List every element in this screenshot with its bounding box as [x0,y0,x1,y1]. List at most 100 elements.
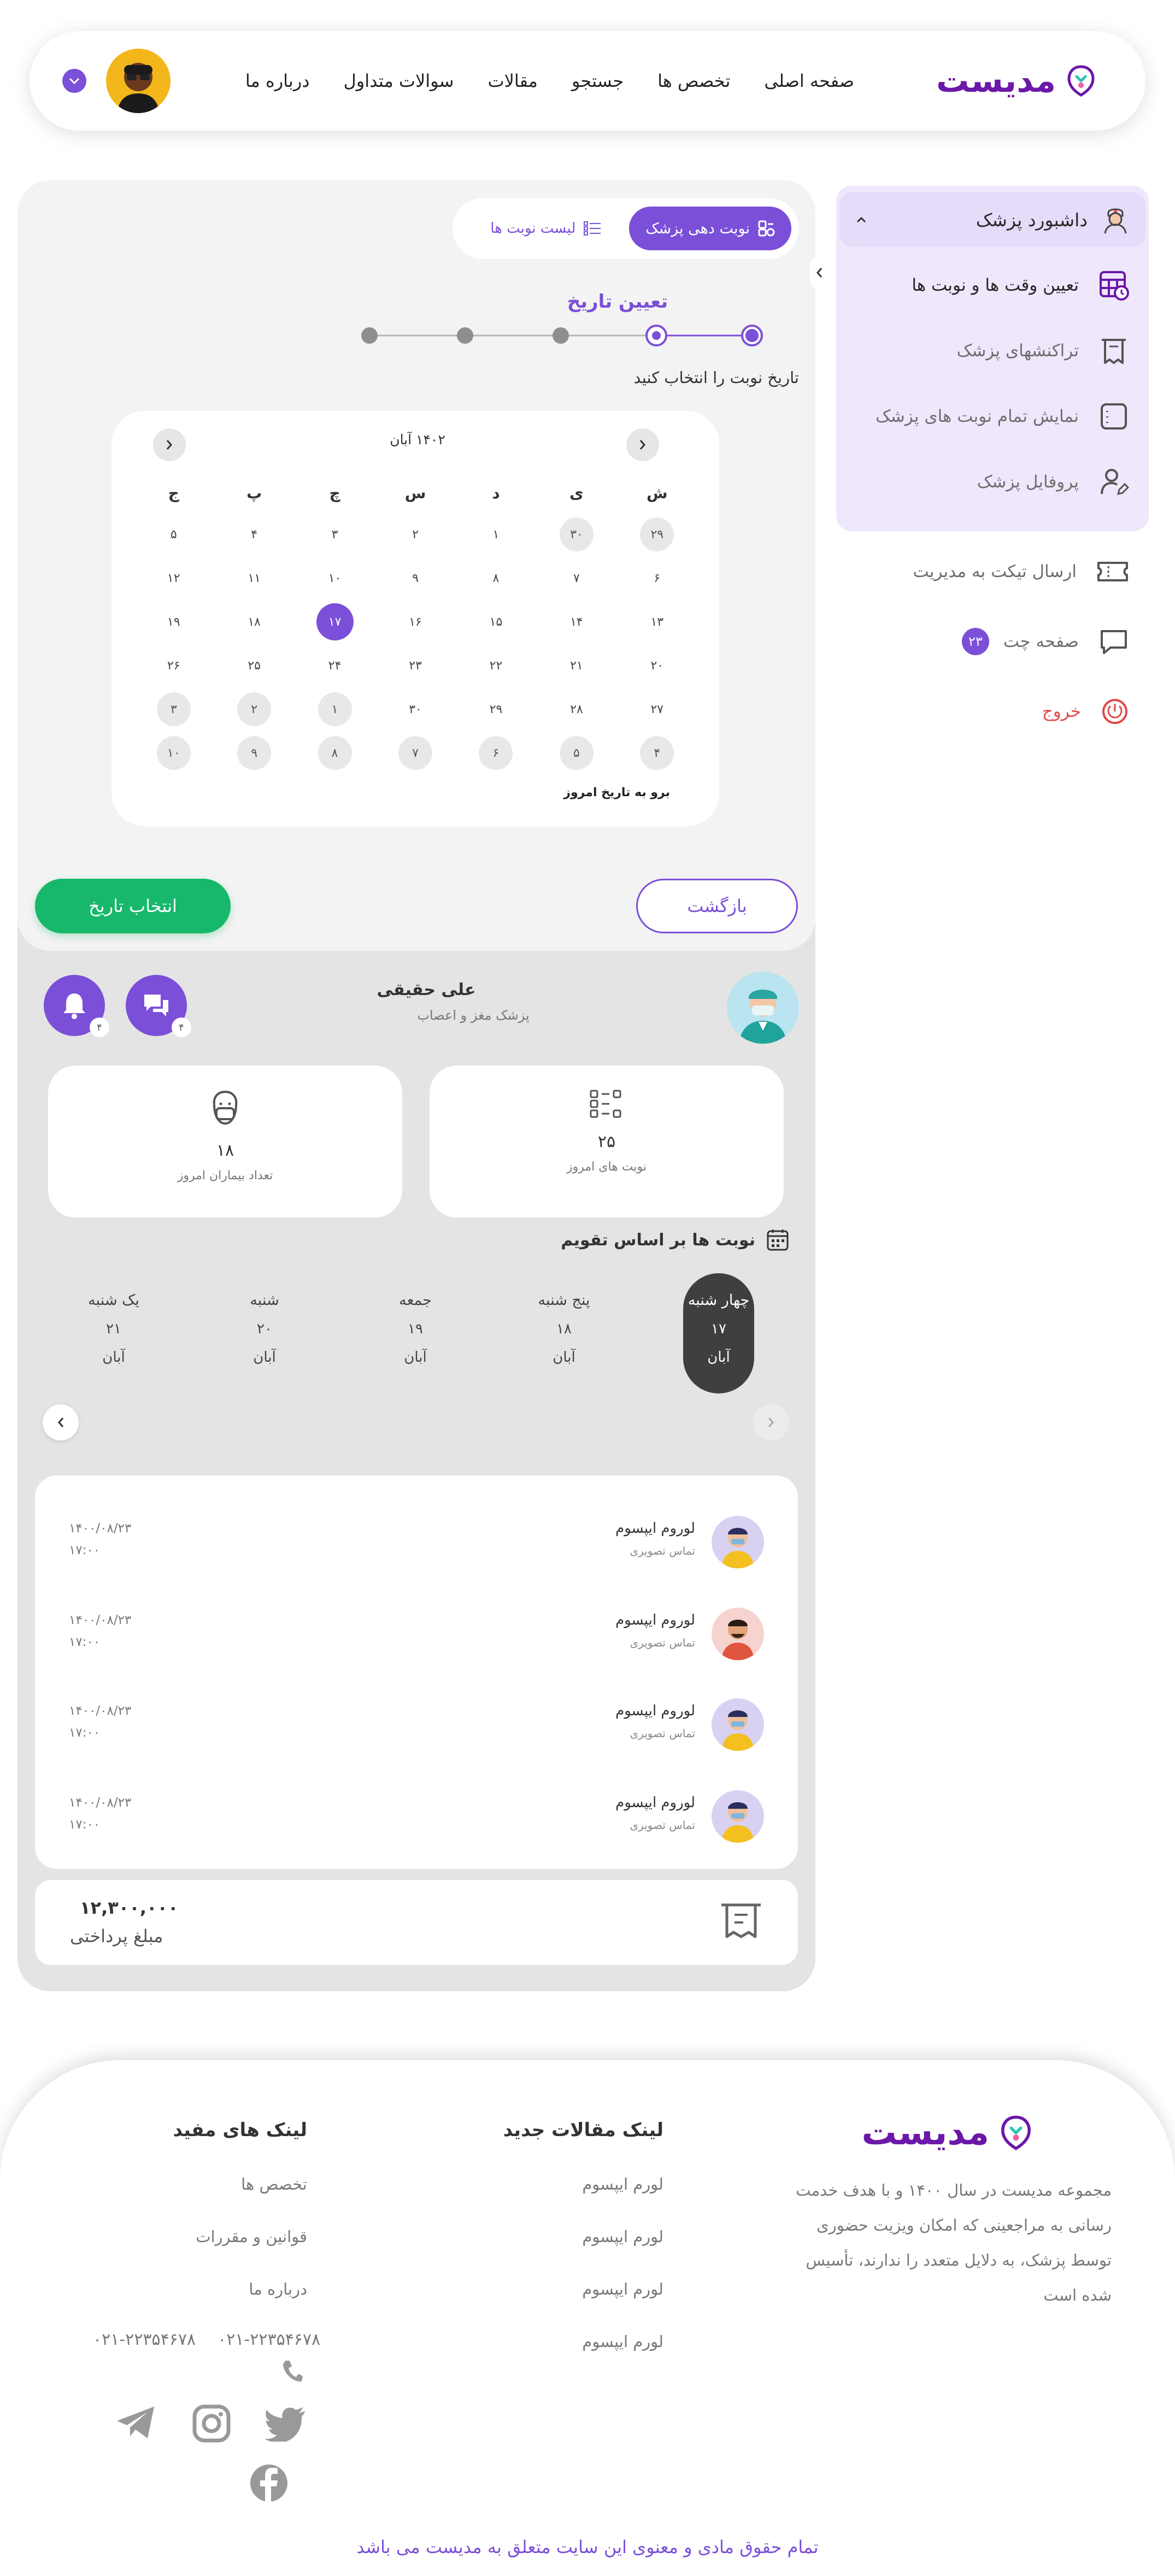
day-item[interactable]: شنبه ۲۰ آبان [221,1273,308,1393]
day-item[interactable]: چهار شنبه ۱۷ آبان [683,1273,754,1393]
calendar-day[interactable]: ۱۰ [295,556,375,600]
footer-link[interactable]: لورم ایپسوم [503,2332,663,2385]
footer-logo[interactable]: مدیست [862,2113,1033,2153]
sidebar-item-profile[interactable]: پروفایل پزشک [836,449,1149,515]
facebook-icon[interactable] [249,2463,289,2503]
tab-appointment-list[interactable]: لیست نوبت ها [490,220,602,237]
calendar-day[interactable]: ۷ [375,731,455,775]
logo[interactable]: مدیست [936,62,1096,100]
calendar-day[interactable]: ۲۹ [456,687,536,731]
nav-home[interactable]: صفحه اصلی [764,70,854,91]
sidebar-item-logout[interactable]: خروج [836,677,1149,746]
days-prev-button[interactable] [43,1404,79,1440]
calendar-day[interactable]: ۹ [375,556,455,600]
calendar-day-number: ۲۸ [570,702,583,716]
calendar-day[interactable]: ۱ [456,513,536,556]
nav-articles[interactable]: مقالات [487,70,537,91]
calendar-day[interactable]: ۴ [214,513,294,556]
instagram-icon[interactable] [192,2404,231,2443]
select-date-button[interactable]: انتخاب تاریخ [35,879,231,933]
calendar-day[interactable]: ۴ [617,731,697,775]
calendar-day-number: ۲۹ [489,702,503,716]
calendar-day[interactable]: ۱۶ [375,600,455,644]
calendar-day[interactable]: ۱۹ [133,600,214,644]
list-item[interactable]: لوروم ایپسوم تماس تصویری ۱۴۰۰/۰۸/۲۳ ۱۷:۰… [35,1692,798,1752]
calendar-day[interactable]: ۱۴ [536,600,616,644]
sidebar-item-transactions[interactable]: تراکنشهای پزشک [836,318,1149,384]
calendar-day[interactable]: ۲۳ [375,644,455,687]
phone-number[interactable]: ۰۲۱-۲۲۳۵۴۶۷۸ [93,2330,196,2349]
calendar-day-number: ۱۷ [316,603,354,640]
list-item[interactable]: لوروم ایپسوم تماس تصویری ۱۴۰۰/۰۸/۲۳ ۱۷:۰… [35,1601,798,1661]
notifications-button[interactable]: ۴ [44,975,109,1037]
messages-button[interactable]: ۴ [126,975,191,1037]
patient-avatar [712,1790,764,1843]
footer-link[interactable]: تخصص ها [173,2175,307,2227]
calendar-day[interactable]: ۳ [295,513,375,556]
footer-link[interactable]: لورم ایپسوم [503,2227,663,2280]
days-next-button[interactable] [753,1404,789,1440]
sidebar-group-header[interactable]: داشبورد پزشک [839,192,1145,247]
nav-search[interactable]: جستجو [572,70,624,91]
sidebar-item-all-appointments[interactable]: نمایش تمام نوبت های پزشک [836,384,1149,449]
nav-faq[interactable]: سوالات متداول [344,70,454,91]
calendar-next-button[interactable] [626,428,659,461]
calendar-day[interactable]: ۲۵ [214,644,294,687]
calendar-day[interactable]: ۲۲ [456,644,536,687]
calendar-day[interactable]: ۵ [133,513,214,556]
calendar-day[interactable]: ۲۸ [536,687,616,731]
calendar-day[interactable]: ۲۷ [617,687,697,731]
day-item[interactable]: یک شنبه ۲۱ آبان [70,1273,157,1393]
calendar-day[interactable]: ۱۳ [617,600,697,644]
calendar-day[interactable]: ۳۰ [536,513,616,556]
calendar-day[interactable]: ۷ [536,556,616,600]
calendar-day[interactable]: ۲۱ [536,644,616,687]
user-menu-chevron-icon[interactable] [62,69,86,93]
footer-link[interactable]: درباره ما [173,2280,307,2332]
footer-link[interactable]: قوانین و مقررات [173,2227,307,2280]
calendar-day[interactable]: ۸ [295,731,375,775]
calendar-day[interactable]: ۲ [375,513,455,556]
sidebar-toggle[interactable] [810,257,829,289]
calendar-day[interactable]: ۳۰ [375,687,455,731]
back-button[interactable]: بازگشت [636,879,798,933]
calendar-day[interactable]: ۱ [295,687,375,731]
go-to-today-link[interactable]: برو به تاریخ امروز [563,786,670,799]
footer-link[interactable]: لورم ایپسوم [503,2280,663,2332]
tab-doctor-booking[interactable]: نوبت دهی پزشک [629,207,791,250]
calendar-day[interactable]: ۲ [214,687,294,731]
list-item[interactable]: لوروم ایپسوم تماس تصویری ۱۴۰۰/۰۸/۲۳ ۱۷:۰… [35,1509,798,1569]
footer-link[interactable]: لورم ایپسوم [503,2175,663,2227]
calendar-day[interactable]: ۳ [133,687,214,731]
calendar-day[interactable]: ۱۸ [214,600,294,644]
sidebar-item-appointments-setup[interactable]: تعیین وقت ها و نوبت ها [836,252,1149,318]
calendar-day[interactable]: ۱۷ [295,600,375,644]
calendar-day[interactable]: ۹ [214,731,294,775]
sidebar-item-chat[interactable]: صفحه چت ۲۳ [836,607,1149,677]
day-item[interactable]: پنج شنبه ۱۸ آبان [520,1273,608,1393]
calendar-day[interactable]: ۲۰ [617,644,697,687]
calendar-day[interactable]: ۱۱ [214,556,294,600]
calendar-day[interactable]: ۵ [536,731,616,775]
calendar-day[interactable]: ۸ [456,556,536,600]
telegram-icon[interactable] [115,2404,156,2440]
calendar-day[interactable]: ۱۰ [133,731,214,775]
user-avatar[interactable] [106,49,171,113]
twitter-icon[interactable] [265,2407,306,2442]
user-menu[interactable] [62,49,171,113]
calendar-prev-button[interactable] [153,428,186,461]
nav-about[interactable]: درباره ما [245,70,310,91]
sidebar-item-ticket[interactable]: ارسال تیکت به مدیریت [836,537,1149,607]
chevron-up-icon[interactable] [856,216,867,224]
list-item[interactable]: لوروم ایپسوم تماس تصویری ۱۴۰۰/۰۸/۲۳ ۱۷:۰… [35,1784,798,1844]
day-item[interactable]: جمعه ۱۹ آبان [372,1273,459,1393]
calendar-day[interactable]: ۲۶ [133,644,214,687]
calendar-day[interactable]: ۶ [617,556,697,600]
calendar-day[interactable]: ۶ [456,731,536,775]
phone-number[interactable]: ۰۲۱-۲۲۳۵۴۶۷۸ [218,2330,320,2349]
calendar-day[interactable]: ۲۹ [617,513,697,556]
nav-specialties[interactable]: تخصص ها [657,70,730,91]
calendar-day[interactable]: ۱۲ [133,556,214,600]
calendar-day[interactable]: ۲۴ [295,644,375,687]
calendar-day[interactable]: ۱۵ [456,600,536,644]
